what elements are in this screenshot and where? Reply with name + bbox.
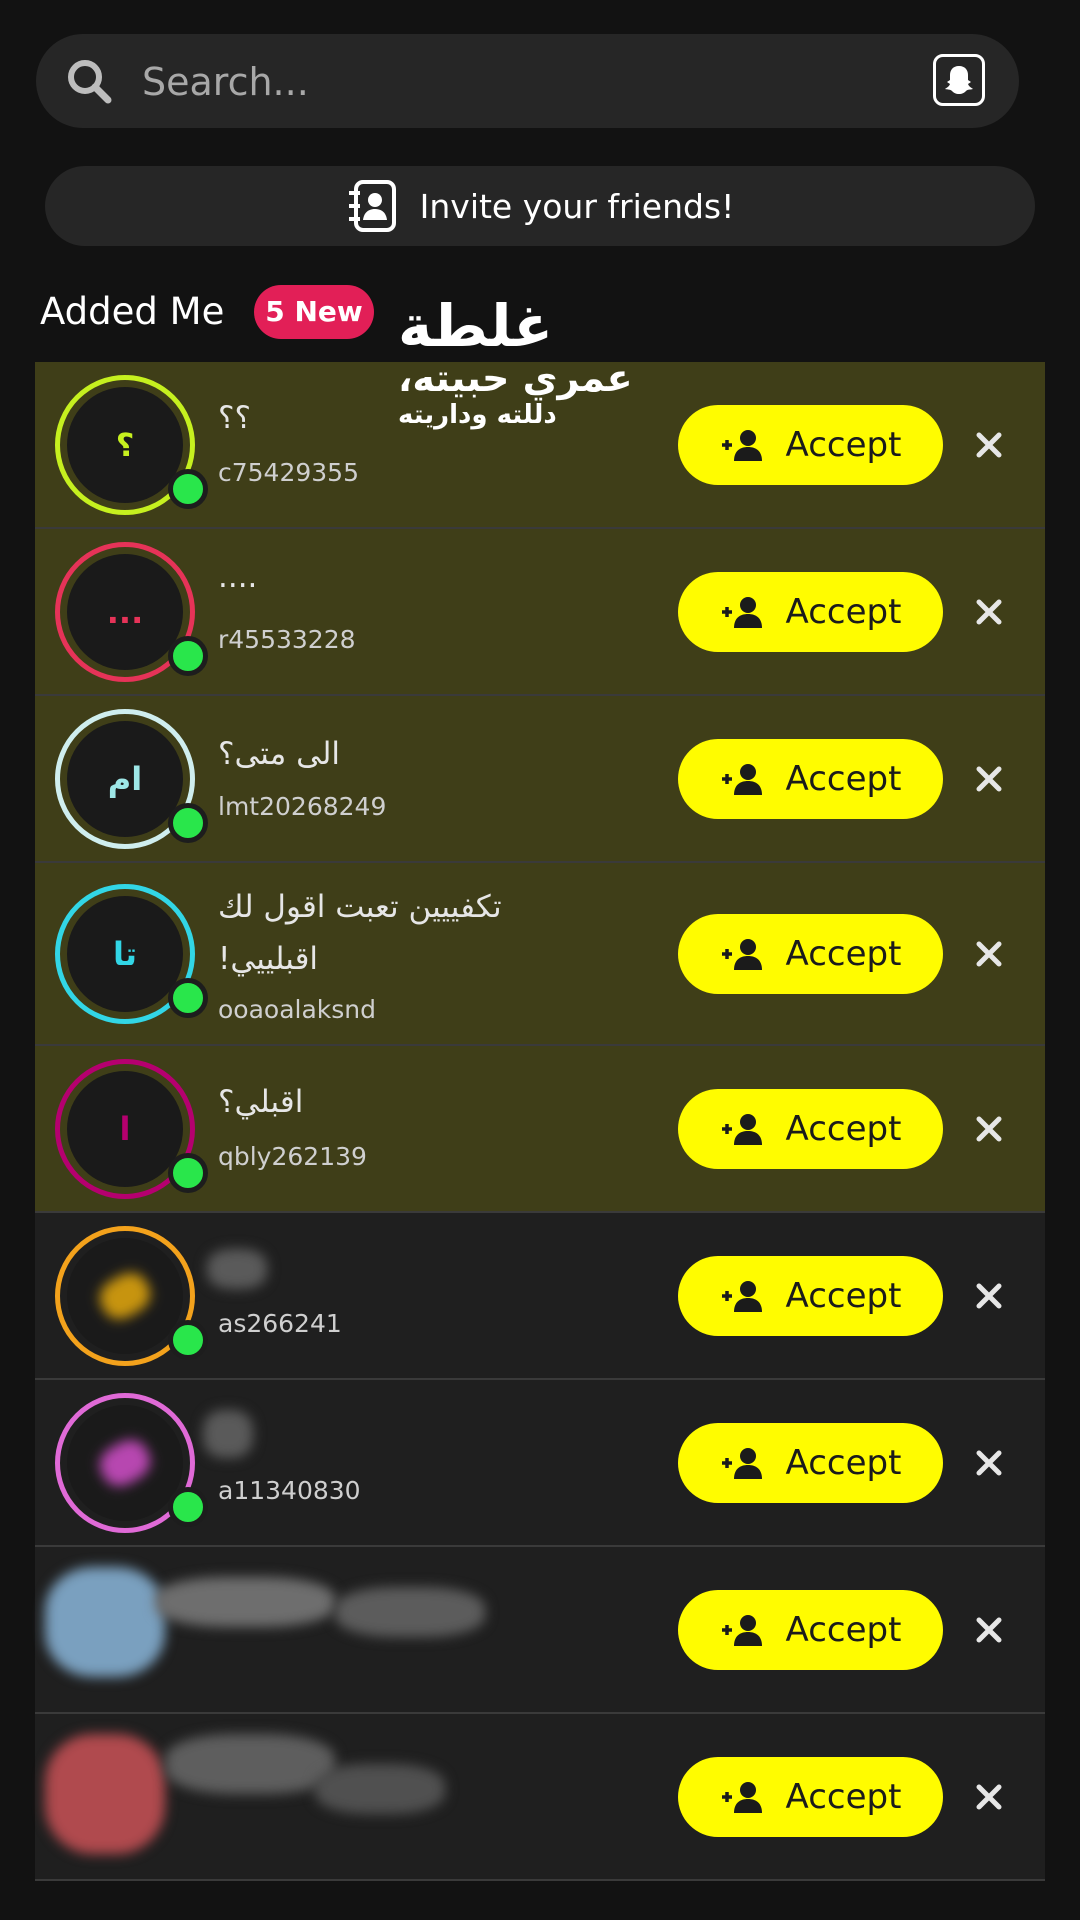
accept-label: Accept xyxy=(785,759,902,799)
ghost-icon[interactable] xyxy=(933,54,985,106)
add-friend-icon xyxy=(721,1114,762,1145)
accept-button[interactable]: Accept xyxy=(678,1757,943,1837)
online-indicator xyxy=(168,469,208,509)
display-name: تكفييين تعبت اقول لك اقبلييي! xyxy=(218,889,502,977)
accept-label: Accept xyxy=(785,1443,902,1483)
close-icon[interactable] xyxy=(974,430,1004,460)
add-friend-icon xyxy=(721,939,762,970)
accept-button[interactable]: Accept xyxy=(678,1256,943,1336)
add-friend-icon xyxy=(721,597,762,628)
online-indicator xyxy=(168,636,208,676)
online-indicator xyxy=(168,978,208,1018)
close-icon[interactable] xyxy=(974,1281,1004,1311)
overlay-caption-line-3: دللته وداريته xyxy=(398,400,557,430)
close-icon[interactable] xyxy=(974,597,1004,627)
request-row: Accept xyxy=(35,1714,1045,1881)
username: ooaoalaksnd xyxy=(218,995,377,1024)
added-me-list: ؟ ؟؟ c75429355 Accept ... .... r45533228… xyxy=(35,362,1045,1881)
search-bar[interactable] xyxy=(36,34,1019,128)
display-name: ؟؟ xyxy=(218,400,251,436)
accept-label: Accept xyxy=(785,1109,902,1149)
online-indicator xyxy=(168,1487,208,1527)
display-name: .... xyxy=(218,559,258,595)
accept-button[interactable]: Accept xyxy=(678,1590,943,1670)
request-row: as266241 Accept xyxy=(35,1213,1045,1380)
request-row: Accept xyxy=(35,1547,1045,1714)
username: lmt20268249 xyxy=(218,792,387,821)
add-friend-icon xyxy=(721,1448,762,1479)
display-name: اقبلي؟ xyxy=(218,1084,304,1120)
close-icon[interactable] xyxy=(974,1782,1004,1812)
close-icon[interactable] xyxy=(974,1615,1004,1645)
search-input[interactable] xyxy=(140,51,844,113)
avatar-initial: ؟ xyxy=(67,387,183,503)
request-row: a11340830 Accept xyxy=(35,1380,1045,1547)
request-row: ا اقبلي؟ qbly262139 Accept xyxy=(35,1046,1045,1213)
search-icon xyxy=(68,60,112,104)
blurred-username xyxy=(335,1587,485,1637)
accept-button[interactable]: Accept xyxy=(678,572,943,652)
overlay-caption-line-2: عمري حبيته، xyxy=(398,356,633,400)
request-row: تا تكفييين تعبت اقول لك اقبلييي! ooaoala… xyxy=(35,863,1045,1046)
avatar-initial: ... xyxy=(67,554,183,670)
close-icon[interactable] xyxy=(974,764,1004,794)
blurred-avatar xyxy=(93,1433,157,1493)
online-indicator xyxy=(168,1320,208,1360)
avatar-initial: ام xyxy=(67,721,183,837)
accept-label: Accept xyxy=(785,1777,902,1817)
add-friend-icon xyxy=(721,1615,762,1646)
accept-label: Accept xyxy=(785,592,902,632)
blurred-display-name xyxy=(203,1410,253,1458)
username: as266241 xyxy=(218,1309,342,1338)
accept-button[interactable]: Accept xyxy=(678,405,943,485)
blurred-username xyxy=(315,1764,445,1814)
section-title: Added Me xyxy=(40,290,225,333)
request-row: ام الى متى؟ lmt20268249 Accept xyxy=(35,696,1045,863)
invite-friends-button[interactable]: Invite your friends! xyxy=(45,166,1035,246)
request-row: ... .... r45533228 Accept xyxy=(35,529,1045,696)
username: r45533228 xyxy=(218,625,356,654)
username: a11340830 xyxy=(218,1476,361,1505)
blurred-avatar xyxy=(93,1266,157,1326)
avatar-image xyxy=(67,1238,183,1354)
blurred-display-name xyxy=(155,1577,335,1627)
add-friend-icon xyxy=(721,430,762,461)
username: qbly262139 xyxy=(218,1142,367,1171)
close-icon[interactable] xyxy=(974,939,1004,969)
close-icon[interactable] xyxy=(974,1448,1004,1478)
close-icon[interactable] xyxy=(974,1114,1004,1144)
contacts-icon xyxy=(348,180,396,232)
overlay-caption-line-1: غلطة xyxy=(398,292,553,360)
avatar-image xyxy=(67,1405,183,1521)
accept-label: Accept xyxy=(785,1276,902,1316)
new-count-badge: 5 New xyxy=(254,285,374,339)
accept-label: Accept xyxy=(785,425,902,465)
avatar-initial: تا xyxy=(67,896,183,1012)
online-indicator xyxy=(168,1153,208,1193)
accept-button[interactable]: Accept xyxy=(678,1089,943,1169)
blurred-display-name xyxy=(207,1249,267,1289)
invite-label: Invite your friends! xyxy=(419,186,735,226)
accept-label: Accept xyxy=(785,1610,902,1650)
display-name: الى متى؟ xyxy=(218,736,341,772)
add-friend-icon xyxy=(721,1782,762,1813)
blurred-avatar xyxy=(45,1567,165,1677)
avatar-initial: ا xyxy=(67,1071,183,1187)
accept-button[interactable]: Accept xyxy=(678,914,943,994)
accept-button[interactable]: Accept xyxy=(678,1423,943,1503)
add-friend-icon xyxy=(721,1281,762,1312)
accept-label: Accept xyxy=(785,934,902,974)
username: c75429355 xyxy=(218,458,359,487)
online-indicator xyxy=(168,803,208,843)
blurred-avatar xyxy=(45,1734,165,1854)
accept-button[interactable]: Accept xyxy=(678,739,943,819)
add-friend-icon xyxy=(721,764,762,795)
blurred-display-name xyxy=(165,1734,335,1794)
